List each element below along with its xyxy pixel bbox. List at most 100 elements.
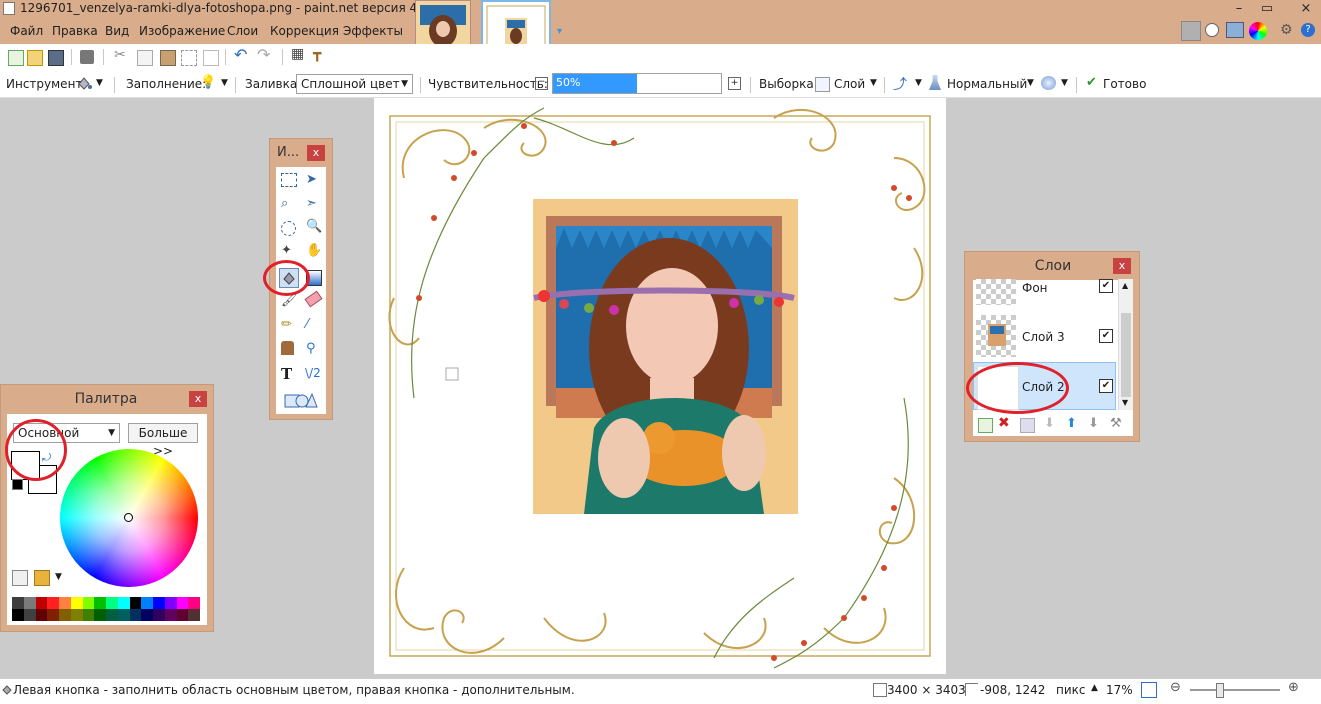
selection-mode-dropdown-icon[interactable]: ▼ bbox=[1061, 78, 1068, 88]
menu-view[interactable]: Вид bbox=[105, 24, 129, 38]
selection-mode-icon[interactable] bbox=[1041, 76, 1056, 90]
zoom-slider-thumb[interactable] bbox=[1216, 683, 1224, 698]
tools-close-button[interactable]: x bbox=[307, 145, 325, 161]
help-icon[interactable]: ? bbox=[1301, 23, 1315, 37]
palette-swatch[interactable] bbox=[12, 597, 24, 609]
layer-visibility-checkbox[interactable]: ✔ bbox=[1099, 279, 1113, 293]
zoom-to-window-icon[interactable] bbox=[1141, 682, 1157, 698]
palette-swatch[interactable] bbox=[35, 597, 48, 609]
move-layer-down-icon[interactable]: ⬇ bbox=[1088, 416, 1099, 431]
undo-icon[interactable]: ↶ bbox=[234, 45, 247, 64]
maximize-button[interactable]: ▭ bbox=[1256, 0, 1278, 18]
text-tool-icon[interactable]: T bbox=[281, 365, 292, 383]
palette-swatch[interactable] bbox=[35, 609, 48, 621]
menu-file[interactable]: Файл bbox=[10, 24, 43, 38]
palette-swatch[interactable] bbox=[94, 609, 106, 621]
blend-mode-value[interactable]: Нормальный bbox=[947, 77, 1027, 91]
units-select[interactable]: пикс bbox=[1056, 683, 1086, 697]
layer-sample-icon[interactable] bbox=[815, 77, 830, 92]
palette-swatch[interactable] bbox=[82, 609, 95, 621]
palette-swatch[interactable] bbox=[106, 609, 118, 621]
zoom-value[interactable]: 17% bbox=[1106, 683, 1133, 697]
palette-swatch[interactable] bbox=[12, 609, 24, 621]
palette-swatch[interactable] bbox=[188, 609, 200, 621]
rectangle-select-icon[interactable] bbox=[281, 173, 297, 187]
sampling-value[interactable]: Слой bbox=[834, 77, 865, 91]
layer-row[interactable]: Фон ✔ bbox=[973, 279, 1116, 311]
palette-swatch[interactable] bbox=[106, 597, 118, 609]
layers-close-button[interactable]: x bbox=[1113, 258, 1131, 274]
duplicate-layer-icon[interactable] bbox=[1020, 418, 1035, 433]
palette-swatch[interactable] bbox=[117, 609, 130, 621]
palette-swatch[interactable] bbox=[176, 597, 189, 609]
palette-swatch[interactable] bbox=[23, 597, 36, 609]
new-file-icon[interactable] bbox=[8, 50, 24, 66]
palette-swatch[interactable] bbox=[47, 597, 59, 609]
paste-icon[interactable] bbox=[160, 50, 176, 66]
zoom-icon[interactable]: 🔍 bbox=[306, 219, 322, 234]
layers-scrollbar[interactable]: ▲ ▼ bbox=[1118, 279, 1133, 410]
grid-icon[interactable]: ▦ bbox=[291, 46, 304, 62]
tabs-dropdown-icon[interactable]: ▾ bbox=[557, 26, 562, 37]
scroll-up-icon[interactable]: ▲ bbox=[1122, 281, 1128, 290]
palette-swatch[interactable] bbox=[188, 597, 200, 609]
add-color-icon[interactable] bbox=[12, 570, 28, 586]
add-layer-icon[interactable] bbox=[978, 418, 993, 433]
layer-row[interactable]: Слой 3 ✔ bbox=[973, 315, 1116, 359]
palette-swatch[interactable] bbox=[153, 597, 165, 609]
open-file-icon[interactable] bbox=[27, 50, 43, 66]
clone-stamp-icon[interactable] bbox=[281, 341, 294, 355]
palette-swatch[interactable] bbox=[70, 609, 83, 621]
copy-icon[interactable] bbox=[137, 50, 153, 66]
palette-swatch[interactable] bbox=[141, 597, 153, 609]
palette-swatch[interactable] bbox=[82, 597, 95, 609]
palette-swatch[interactable] bbox=[23, 609, 36, 621]
menu-effects[interactable]: Эффекты bbox=[343, 24, 403, 38]
delete-layer-icon[interactable]: ✖ bbox=[998, 415, 1010, 431]
tools-toggle-icon[interactable] bbox=[1181, 21, 1201, 41]
palette-swatch[interactable] bbox=[153, 609, 165, 621]
sampling-dropdown-icon[interactable]: ▼ bbox=[870, 78, 877, 88]
crop-icon[interactable] bbox=[181, 50, 197, 66]
palette-swatch[interactable] bbox=[176, 609, 189, 621]
palette-swatch[interactable] bbox=[164, 597, 177, 609]
palette-swatch[interactable] bbox=[59, 609, 71, 621]
merge-down-icon[interactable]: ⬇ bbox=[1044, 416, 1055, 431]
reset-colors-icon[interactable] bbox=[12, 479, 23, 490]
tolerance-decrease-icon[interactable]: − bbox=[535, 77, 548, 90]
move-layer-up-icon[interactable]: ⬆ bbox=[1066, 416, 1077, 431]
antialias-dropdown-icon[interactable]: ▼ bbox=[915, 78, 922, 88]
ellipse-select-icon[interactable] bbox=[281, 221, 296, 236]
menu-image[interactable]: Изображение bbox=[139, 24, 225, 38]
move-selection-icon[interactable]: ➣ bbox=[306, 196, 317, 211]
save-icon[interactable] bbox=[48, 50, 64, 66]
lasso-select-icon[interactable]: ⌕ bbox=[281, 196, 288, 211]
cut-icon[interactable]: ✂ bbox=[114, 47, 126, 63]
minimize-button[interactable]: – bbox=[1228, 0, 1250, 18]
palette-swatch[interactable] bbox=[94, 597, 106, 609]
move-selected-icon[interactable]: ➤ bbox=[306, 172, 317, 187]
done-button[interactable]: Готово bbox=[1103, 77, 1146, 91]
layer-properties-icon[interactable]: ⚒ bbox=[1110, 416, 1122, 431]
tolerance-increase-icon[interactable]: + bbox=[728, 77, 741, 90]
palette-swatch[interactable] bbox=[141, 609, 153, 621]
print-icon[interactable] bbox=[80, 50, 94, 64]
zoom-out-icon[interactable]: ⊖ bbox=[1170, 680, 1181, 695]
tool-dropdown-icon[interactable]: ▼ bbox=[96, 78, 103, 88]
zoom-in-icon[interactable]: ⊕ bbox=[1288, 680, 1299, 695]
layer-visibility-checkbox[interactable]: ✔ bbox=[1099, 329, 1113, 343]
scroll-down-icon[interactable]: ▼ bbox=[1122, 398, 1128, 407]
palette-swatch[interactable] bbox=[129, 597, 142, 609]
palette-swatch[interactable] bbox=[117, 597, 130, 609]
close-window-button[interactable]: × bbox=[1293, 0, 1319, 18]
antialias-icon[interactable]: ⤴ bbox=[893, 74, 907, 94]
flood-mode-icon[interactable]: 💡 bbox=[200, 75, 216, 90]
palette-swatch[interactable] bbox=[164, 609, 177, 621]
fill-type-select[interactable]: Сплошной цвет ▼ bbox=[296, 74, 413, 94]
paint-bucket-icon[interactable] bbox=[76, 75, 92, 91]
colors-toggle-icon[interactable] bbox=[1249, 22, 1267, 40]
menu-adjustments[interactable]: Коррекция bbox=[270, 24, 339, 38]
image-canvas[interactable] bbox=[374, 98, 946, 674]
history-icon[interactable] bbox=[1205, 23, 1219, 37]
magic-wand-icon[interactable]: ✦ bbox=[281, 243, 292, 258]
